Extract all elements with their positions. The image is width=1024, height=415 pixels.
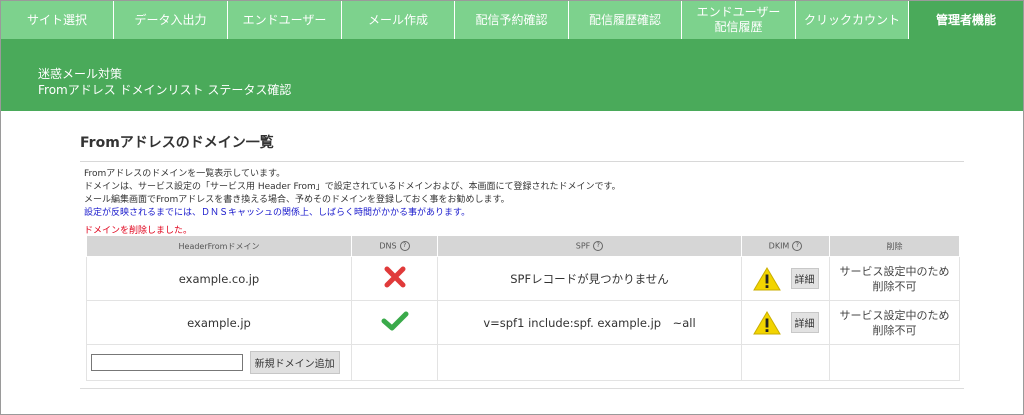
domain-cell: example.co.jp xyxy=(86,256,352,301)
main-nav: サイト選択 データ入出力 エンドユーザー メール作成 配信予約確認 配信履歴確認… xyxy=(1,1,1023,39)
col-header-dkim-label: DKIM xyxy=(768,241,790,251)
domain-table: HeaderFromドメイン DNS? SPF? DKIM? 削除 exampl… xyxy=(86,235,960,381)
table-row: example.co.jp SPFレコードが見つかりません 詳細 サービス設定中… xyxy=(86,256,960,301)
delete-status: サービス設定中のため 削除不可 xyxy=(839,308,950,337)
dkim-cell: 詳細 xyxy=(741,300,830,345)
tab-end-user[interactable]: エンドユーザー xyxy=(228,1,342,39)
desc-line: メール編集画面でFromアドレスを書き換える場合、予めそのドメインを登録しておく… xyxy=(84,195,510,205)
dns-help-icon[interactable]: ? xyxy=(399,241,410,251)
delete-cell: サービス設定中のため 削除不可 xyxy=(829,256,960,301)
warning-icon xyxy=(752,310,781,334)
tab-delivery-history[interactable]: 配信履歴確認 xyxy=(569,1,682,39)
domain-name: example.jp xyxy=(187,315,251,330)
bottom-divider xyxy=(80,388,964,389)
tab-site-select[interactable]: サイト選択 xyxy=(1,1,114,39)
dkim-group: 詳細 xyxy=(742,310,829,335)
add-domain-row: 新規ドメイン追加 xyxy=(86,344,960,381)
page-banner: 迷惑メール対策 Fromアドレス ドメインリスト ステータス確認 xyxy=(1,39,1023,111)
banner-category: 迷惑メール対策 xyxy=(38,67,123,81)
empty-cell xyxy=(829,344,960,381)
desc-line: Fromアドレスのドメインを一覧表示しています。 xyxy=(84,169,286,179)
tab-delivery-reservation[interactable]: 配信予約確認 xyxy=(455,1,569,39)
new-domain-input[interactable] xyxy=(91,354,243,371)
delete-status: サービス設定中のため 削除不可 xyxy=(839,264,950,293)
col-header-spf: SPF? xyxy=(437,235,742,257)
dkim-help-icon[interactable]: ? xyxy=(792,241,803,251)
dkim-cell: 詳細 xyxy=(741,256,830,301)
warning-icon xyxy=(752,266,781,290)
col-header-domain-label: HeaderFromドメイン xyxy=(178,241,260,251)
dns-ok-icon xyxy=(381,311,408,331)
dkim-group: 詳細 xyxy=(742,266,829,291)
dns-cell xyxy=(351,256,438,301)
tab-data-io[interactable]: データ入出力 xyxy=(114,1,228,39)
spf-value: v=spf1 include:spf. example.jp ~all xyxy=(483,315,696,330)
col-header-delete: 削除 xyxy=(829,235,960,257)
tab-end-user-delivery-history[interactable]: エンドユーザー 配信履歴 xyxy=(682,1,796,39)
description: Fromアドレスのドメインを一覧表示しています。 ドメインは、サービス設定の「サ… xyxy=(84,168,621,220)
col-header-domain: HeaderFromドメイン xyxy=(86,235,352,257)
col-header-dns-label: DNS xyxy=(379,241,397,251)
tab-mail-create[interactable]: メール作成 xyxy=(342,1,455,39)
spf-cell: v=spf1 include:spf. example.jp ~all xyxy=(437,300,742,345)
table-row: example.jp v=spf1 include:spf. example.j… xyxy=(86,300,960,345)
spf-value: SPFレコードが見つかりません xyxy=(510,271,669,286)
dkim-detail-button[interactable]: 詳細 xyxy=(790,312,819,333)
table-header-row: HeaderFromドメイン DNS? SPF? DKIM? 削除 xyxy=(86,235,960,257)
col-header-dkim: DKIM? xyxy=(741,235,830,257)
spf-help-icon[interactable]: ? xyxy=(593,241,604,251)
domain-cell: example.jp xyxy=(86,300,352,345)
desc-note: 設定が反映されるまでには、ＤＮＳキャッシュの関係上、しばらく時間がかかる事があり… xyxy=(84,208,471,218)
add-domain-button[interactable]: 新規ドメイン追加 xyxy=(249,351,340,374)
col-header-delete-label: 削除 xyxy=(886,241,903,251)
col-header-dns: DNS? xyxy=(351,235,438,257)
tab-admin-functions[interactable]: 管理者機能 xyxy=(909,1,1023,39)
dns-cell xyxy=(351,300,438,345)
domain-name: example.co.jp xyxy=(178,271,260,286)
dkim-detail-button[interactable]: 詳細 xyxy=(790,268,819,289)
title-divider xyxy=(80,161,964,162)
empty-cell xyxy=(741,344,830,381)
tab-click-count[interactable]: クリックカウント xyxy=(796,1,909,39)
delete-cell: サービス設定中のため 削除不可 xyxy=(829,300,960,345)
banner-page-name: Fromアドレス ドメインリスト ステータス確認 xyxy=(38,83,292,97)
spf-cell: SPFレコードが見つかりません xyxy=(437,256,742,301)
empty-cell xyxy=(437,344,742,381)
col-header-spf-label: SPF xyxy=(575,241,591,251)
desc-line: ドメインは、サービス設定の「サービス用 Header From」で設定されている… xyxy=(84,182,621,192)
empty-cell xyxy=(351,344,438,381)
dns-error-icon xyxy=(384,266,405,288)
add-domain-cell: 新規ドメイン追加 xyxy=(86,344,352,381)
section-title: Fromアドレスのドメイン一覧 xyxy=(80,135,274,151)
